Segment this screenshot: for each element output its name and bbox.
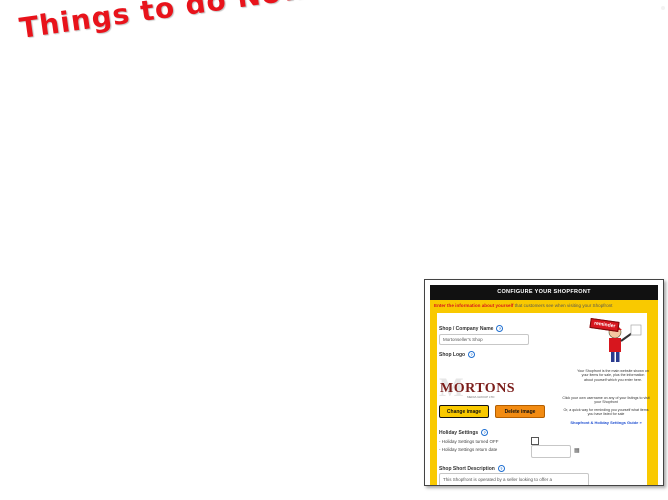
reminder-text-main: Your Shopfront is the main website shown… <box>577 369 649 382</box>
page-headline: Things to do Now! <box>17 0 324 46</box>
delete-image-button[interactable]: Delete image <box>495 405 545 418</box>
instructions-text: that customers see when visiting your Sh… <box>514 303 613 308</box>
reminder-text-visit: Click your own username on any of your l… <box>562 396 650 405</box>
holiday-toggle-checkbox[interactable] <box>531 437 539 445</box>
change-image-button[interactable]: Change image <box>439 405 489 418</box>
shopfront-screenshot: CONFIGURE YOUR SHOPFRONT Enter the infor… <box>424 279 664 486</box>
configure-shopfront-header: CONFIGURE YOUR SHOPFRONT <box>430 285 658 300</box>
logo-tagline: MEDIA GROUP LTD <box>467 395 495 399</box>
corner-dot <box>661 6 665 10</box>
shop-logo-image: M MORTONS MEDIA GROUP LTD <box>439 373 515 402</box>
shop-logo-label-text: Shop Logo <box>439 351 466 358</box>
company-name-input[interactable] <box>439 334 529 345</box>
holiday-settings-label-text: Holiday Settings <box>439 429 479 436</box>
short-description-textarea[interactable]: This Shopfront is operated by a seller l… <box>439 473 589 485</box>
help-icon[interactable]: ? <box>496 325 504 332</box>
shop-logo-label: Shop Logo? <box>439 351 476 358</box>
shopfront-guide-link[interactable]: Shopfront & Holiday Settings Guide » <box>562 420 650 425</box>
calendar-icon[interactable]: ▦ <box>574 447 580 454</box>
faint-caption-left <box>162 240 164 246</box>
short-description-label: Shop Short Description? <box>439 465 505 472</box>
instructions-highlight: Enter the information about yourself <box>434 303 514 308</box>
help-icon[interactable]: ? <box>468 351 476 358</box>
company-name-label-text: Shop / Company Name <box>439 325 494 332</box>
holiday-return-text: - Holiday Settings return date <box>439 447 498 452</box>
reminder-text-quick: Or, a quick way for reminding you yourse… <box>563 408 649 417</box>
short-description-label-text: Shop Short Description <box>439 465 495 472</box>
return-date-input[interactable] <box>531 445 571 458</box>
help-icon[interactable]: ? <box>481 429 489 436</box>
holiday-settings-label: Holiday Settings? <box>439 429 489 436</box>
holiday-off-text: - Holiday Settings turned OFF <box>439 439 499 444</box>
company-name-label: Shop / Company Name? <box>439 325 504 332</box>
shopfront-form-panel: Shop / Company Name? Shop Logo? M MORTON… <box>437 313 650 485</box>
help-icon[interactable]: ? <box>497 465 505 472</box>
shopfront-instructions: Enter the information about yourself tha… <box>430 300 658 312</box>
